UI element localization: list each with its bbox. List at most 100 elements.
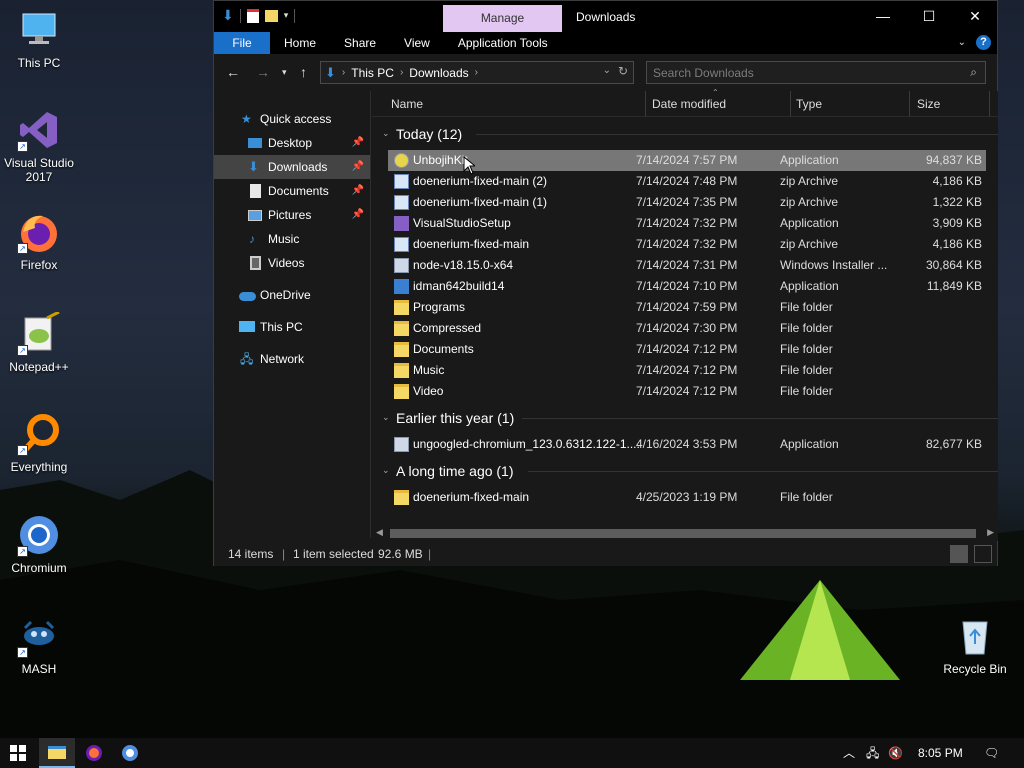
tab-file[interactable]: File	[214, 32, 270, 54]
desktop-icon-chromium[interactable]: ↗ Chromium	[1, 513, 77, 575]
recycle-bin-icon	[953, 614, 997, 658]
nav-item-videos[interactable]: Videos	[214, 251, 370, 275]
volume-muted-icon[interactable]: 🔇	[888, 738, 903, 768]
large-icons-view-icon[interactable]	[974, 545, 992, 563]
table-row[interactable]: VisualStudioSetup 7/14/2024 7:32 PM Appl…	[388, 213, 986, 234]
table-row[interactable]: Music 7/14/2024 7:12 PM File folder	[388, 360, 986, 381]
table-row[interactable]: doenerium-fixed-main (2) 7/14/2024 7:48 …	[388, 171, 986, 192]
tab-view[interactable]: View	[390, 32, 444, 54]
nav-item-downloads[interactable]: ⬇ Downloads 📌	[214, 155, 370, 179]
picture-icon	[248, 210, 262, 221]
tab-manage[interactable]: Manage	[443, 5, 562, 32]
chevron-right-icon[interactable]: ›	[475, 67, 478, 78]
tab-home[interactable]: Home	[270, 32, 330, 54]
desktop-icon-mash[interactable]: ↗ MASH	[1, 614, 77, 676]
nav-item-network[interactable]: 🖧 Network	[214, 347, 370, 371]
clock[interactable]: 8:05 PM	[918, 738, 963, 768]
back-arrow-icon[interactable]: ←	[226, 64, 240, 80]
pin-icon[interactable]: 📌	[352, 179, 364, 203]
column-divider[interactable]	[645, 91, 646, 117]
table-row[interactable]: node-v18.15.0-x64 7/14/2024 7:31 PM Wind…	[388, 255, 986, 276]
tab-share[interactable]: Share	[330, 32, 390, 54]
column-header-date[interactable]: Date modified	[652, 97, 726, 111]
file-size: 4,186 KB	[932, 174, 982, 188]
search-input[interactable]	[647, 62, 947, 83]
new-folder-icon[interactable]	[264, 9, 278, 22]
desktop-icon-this-pc[interactable]: This PC	[1, 8, 77, 70]
close-button[interactable]: ✕	[952, 1, 998, 32]
breadcrumb-downloads[interactable]: Downloads	[409, 66, 468, 80]
forward-arrow-icon[interactable]: →	[256, 64, 270, 80]
maximize-button[interactable]: ☐	[906, 1, 952, 32]
scrollbar-thumb[interactable]	[390, 529, 976, 538]
nav-item-this-pc[interactable]: This PC	[214, 315, 370, 339]
nav-item-documents[interactable]: Documents 📌	[214, 179, 370, 203]
table-row[interactable]: doenerium-fixed-main (1) 7/14/2024 7:35 …	[388, 192, 986, 213]
table-row[interactable]: ungoogled-chromium_123.0.6312.122-1.... …	[388, 434, 986, 455]
nav-item-desktop[interactable]: Desktop 📌	[214, 131, 370, 155]
horizontal-scrollbar[interactable]: ◀ ▶	[372, 525, 998, 541]
taskbar-firefox[interactable]	[76, 738, 112, 768]
group-header-a-long-time-ago[interactable]: ⌄ A long time ago (1)	[372, 459, 998, 483]
desktop-icon-visual-studio[interactable]: ↗ Visual Studio 2017	[1, 108, 77, 184]
up-arrow-icon[interactable]: ↑	[300, 64, 307, 80]
column-header-size[interactable]: Size	[917, 97, 940, 111]
table-row[interactable]: Documents 7/14/2024 7:12 PM File folder	[388, 339, 986, 360]
table-row[interactable]: doenerium-fixed-main 4/25/2023 1:19 PM F…	[388, 487, 986, 508]
notification-icon[interactable]: 🗨	[984, 738, 999, 768]
nav-item-pictures[interactable]: Pictures 📌	[214, 203, 370, 227]
address-bar[interactable]: ⬇ › This PC › Downloads › ⌄ ↻	[320, 61, 634, 84]
nav-item-quick-access[interactable]: ★ Quick access	[214, 107, 370, 131]
pin-icon[interactable]: 📌	[352, 203, 364, 227]
file-name: VisualStudioSetup	[413, 216, 511, 230]
pin-icon[interactable]: 📌	[352, 155, 364, 179]
tab-application-tools[interactable]: Application Tools	[444, 32, 562, 54]
minimize-button[interactable]: —	[860, 1, 906, 32]
search-icon[interactable]: ⌕	[970, 65, 977, 80]
breadcrumb-this-pc[interactable]: This PC	[351, 66, 394, 80]
customize-toolbar-icon[interactable]: ▾	[284, 10, 289, 21]
table-row[interactable]: Video 7/14/2024 7:12 PM File folder	[388, 381, 986, 402]
nav-item-onedrive[interactable]: OneDrive	[214, 283, 370, 307]
desktop-icon-everything[interactable]: ↗ Everything	[1, 412, 77, 474]
group-header-today[interactable]: ⌄ Today (12)	[372, 122, 998, 146]
table-row[interactable]: doenerium-fixed-main 7/14/2024 7:32 PM z…	[388, 234, 986, 255]
desktop-icon-recycle-bin[interactable]: Recycle Bin	[937, 614, 1013, 676]
desktop-icon-firefox[interactable]: ↗ Firefox	[1, 210, 77, 272]
chevron-right-icon[interactable]: ›	[342, 67, 345, 78]
table-row[interactable]: Programs 7/14/2024 7:59 PM File folder	[388, 297, 986, 318]
monitor-icon	[17, 8, 61, 52]
desktop-icon	[248, 138, 262, 148]
scroll-right-icon[interactable]: ▶	[987, 527, 994, 538]
cloud-icon	[239, 292, 256, 301]
recent-locations-icon[interactable]: ▾	[282, 67, 287, 78]
network-icon[interactable]: 🖧	[866, 738, 879, 768]
chevron-down-icon[interactable]: ⌄	[603, 65, 611, 76]
scroll-left-icon[interactable]: ◀	[376, 527, 383, 538]
selection-size: 92.6 MB	[378, 547, 423, 561]
taskbar-file-explorer[interactable]	[39, 738, 75, 768]
column-header-type[interactable]: Type	[796, 97, 822, 111]
nav-item-label: This PC	[260, 320, 303, 334]
start-button[interactable]	[0, 738, 36, 768]
taskbar-chromium[interactable]	[112, 738, 148, 768]
desktop-icon-notepad-plus-plus[interactable]: ↗ Notepad++	[1, 310, 77, 374]
details-view-icon[interactable]	[950, 545, 968, 563]
table-row[interactable]: idman642build14 7/14/2024 7:10 PM Applic…	[388, 276, 986, 297]
properties-icon[interactable]	[246, 8, 259, 23]
chevron-right-icon[interactable]: ›	[400, 67, 403, 78]
column-divider[interactable]	[909, 91, 910, 117]
pin-icon[interactable]: 📌	[352, 131, 364, 155]
chevron-up-icon[interactable]: ︿	[843, 738, 855, 768]
help-icon[interactable]: ?	[976, 35, 991, 50]
app-icon	[394, 279, 409, 294]
table-row[interactable]: UnbojihKit 7/14/2024 7:57 PM Application…	[388, 150, 986, 171]
table-row[interactable]: Compressed 7/14/2024 7:30 PM File folder	[388, 318, 986, 339]
column-divider[interactable]	[989, 91, 990, 117]
refresh-icon[interactable]: ↻	[618, 64, 628, 78]
group-header-earlier-this-year[interactable]: ⌄ Earlier this year (1)	[372, 406, 998, 430]
column-header-name[interactable]: Name	[391, 97, 423, 111]
expand-ribbon-icon[interactable]: ⌄	[958, 37, 966, 48]
column-divider[interactable]	[790, 91, 791, 117]
nav-item-music[interactable]: ♪ Music	[214, 227, 370, 251]
